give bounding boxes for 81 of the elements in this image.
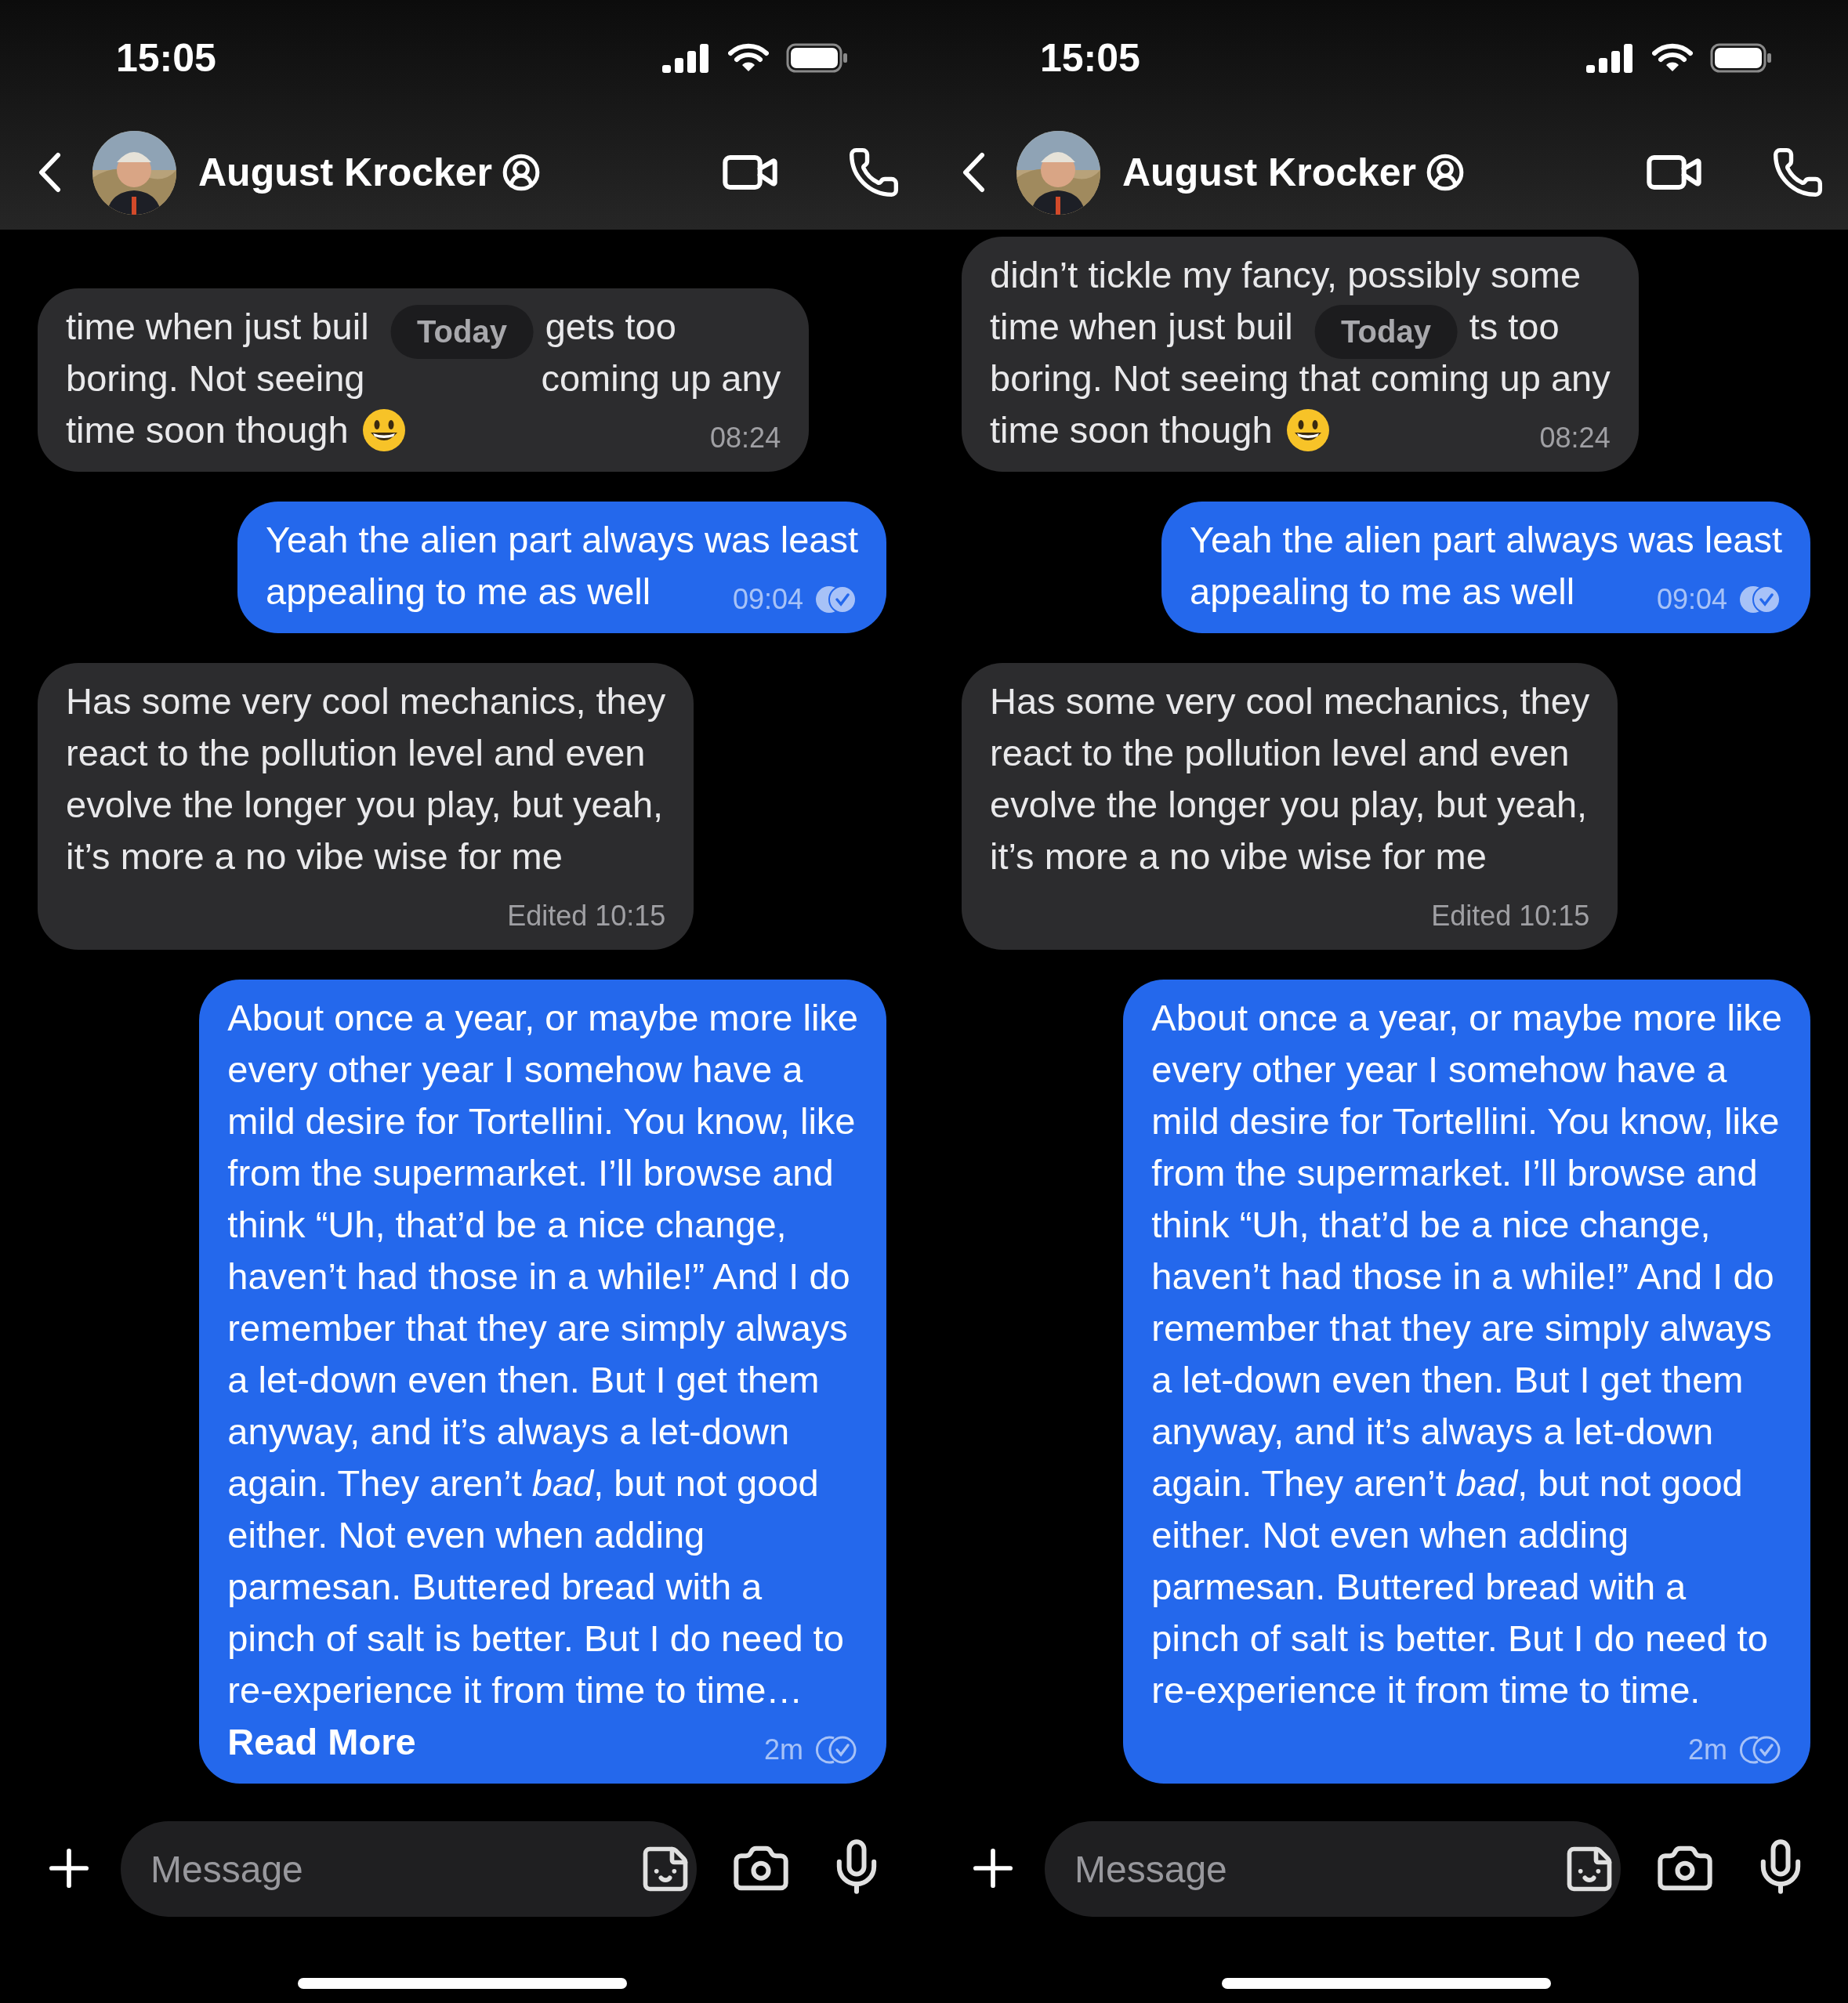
date-pill: Today [1314, 305, 1458, 359]
message-text: remember that they are simply always [1151, 1306, 1772, 1350]
message-time: 2m [764, 1733, 803, 1767]
wifi-icon [728, 42, 769, 73]
phone-call-button[interactable] [847, 146, 900, 199]
message-text: think “Uh, that’d be a nice change, [227, 1203, 787, 1247]
message-text: remember that they are simply always [227, 1306, 848, 1350]
message-text: About once a year, or maybe more like [1151, 996, 1782, 1040]
message-text: didn’t tickle my fancy, possibly some [990, 253, 1582, 297]
message-time: Edited 10:15 [507, 899, 666, 933]
date-pill: Today [390, 305, 534, 359]
signal-icon [662, 42, 711, 73]
message-text: from the supermarket. I’ll browse and [1151, 1151, 1758, 1195]
message-text: pinch of salt is better. But I do need to [1151, 1617, 1768, 1661]
message-time: 09:04 [1656, 582, 1727, 617]
message-text: a let-down even then. But I get them [1151, 1358, 1744, 1402]
message-text: time soon though [990, 408, 1273, 452]
message-text: ts too [1469, 305, 1560, 349]
message-text: it’s more a no vibe wise for me [66, 835, 563, 878]
message-time: 08:24 [710, 421, 781, 455]
message-field[interactable]: Message [121, 1821, 697, 1917]
battery-icon [786, 42, 849, 73]
phone-call-button[interactable] [1771, 146, 1824, 199]
message-text: mild desire for Tortellini. You know, like [1151, 1099, 1780, 1143]
message-text: Yeah the alien part always was least [1190, 518, 1782, 562]
battery-icon [1710, 42, 1773, 73]
status-time: 15:05 [1040, 34, 1141, 81]
message-text: re-experience it from time to time. [1151, 1668, 1701, 1712]
message-text: it’s more a no vibe wise for me [990, 835, 1487, 878]
message-text: evolve the longer you play, but yeah, [66, 783, 664, 827]
message-text: again. They aren’t bad, but not good [1151, 1462, 1743, 1505]
message-text: from the supermarket. I’ll browse and [227, 1151, 834, 1195]
message-text: every other year I somehow have a [227, 1048, 803, 1092]
message-text: boring. Not seeing [66, 357, 365, 400]
message-text: either. Not even when adding [227, 1513, 705, 1557]
message-text: coming up any [541, 357, 781, 400]
message-text: haven’t had those in a while!” And I do [227, 1255, 850, 1299]
message-text: time when just buil [990, 305, 1293, 349]
message-field[interactable]: Message [1045, 1821, 1621, 1917]
message-text: anyway, and it’s always a let-down [1151, 1410, 1714, 1454]
message-text: again. They aren’t bad, but not good [227, 1462, 819, 1505]
message-text: every other year I somehow have a [1151, 1048, 1727, 1092]
message-time: 2m [1688, 1733, 1727, 1767]
profile-icon [1426, 153, 1466, 192]
message-text: Has some very cool mechanics, they [990, 679, 1590, 723]
message-text: evolve the longer you play, but yeah, [990, 783, 1588, 827]
message-text: anyway, and it’s always a let-down [227, 1410, 790, 1454]
message-text: think “Uh, that’d be a nice change, [1151, 1203, 1711, 1247]
message-text: time soon though [66, 408, 349, 452]
read-more-link[interactable]: Read More [227, 1716, 416, 1768]
contact-name[interactable]: August Krocker [198, 150, 493, 195]
message-text: a let-down even then. But I get them [227, 1358, 820, 1402]
message-text: appealing to me as well [1190, 570, 1575, 614]
signal-icon [1586, 42, 1635, 73]
status-time: 15:05 [116, 34, 217, 81]
message-input[interactable]: Message [149, 1846, 639, 1892]
message-text: either. Not even when adding [1151, 1513, 1629, 1557]
message-text: parmesan. Buttered bread with a [1151, 1565, 1687, 1609]
profile-icon [502, 153, 542, 192]
message-text: About once a year, or maybe more like [227, 996, 858, 1040]
message-input[interactable]: Message [1073, 1846, 1563, 1892]
message-text: appealing to me as well [266, 570, 651, 614]
message-text: pinch of salt is better. But I do need to [227, 1617, 844, 1661]
message-text: time when just buil [66, 305, 369, 349]
message-text: Has some very cool mechanics, they [66, 679, 666, 723]
back-button[interactable] [38, 152, 61, 193]
contact-name[interactable]: August Krocker [1122, 150, 1417, 195]
message-text: react to the pollution level and even [66, 731, 646, 775]
message-text: mild desire for Tortellini. You know, like [227, 1099, 856, 1143]
message-text: haven’t had those in a while!” And I do [1151, 1255, 1774, 1299]
message-text: re-experience it from time to time… [227, 1668, 803, 1712]
back-button[interactable] [962, 152, 985, 193]
wifi-icon [1652, 42, 1693, 73]
message-text: Yeah the alien part always was least [266, 518, 858, 562]
message-text: parmesan. Buttered bread with a [227, 1565, 763, 1609]
message-time: Edited 10:15 [1431, 899, 1590, 933]
message-text: boring. Not seeing that coming up any [990, 357, 1611, 400]
message-time: 08:24 [1539, 421, 1611, 455]
message-text: react to the pollution level and even [990, 731, 1570, 775]
message-text: gets too [545, 305, 676, 349]
message-time: 09:04 [732, 582, 803, 617]
